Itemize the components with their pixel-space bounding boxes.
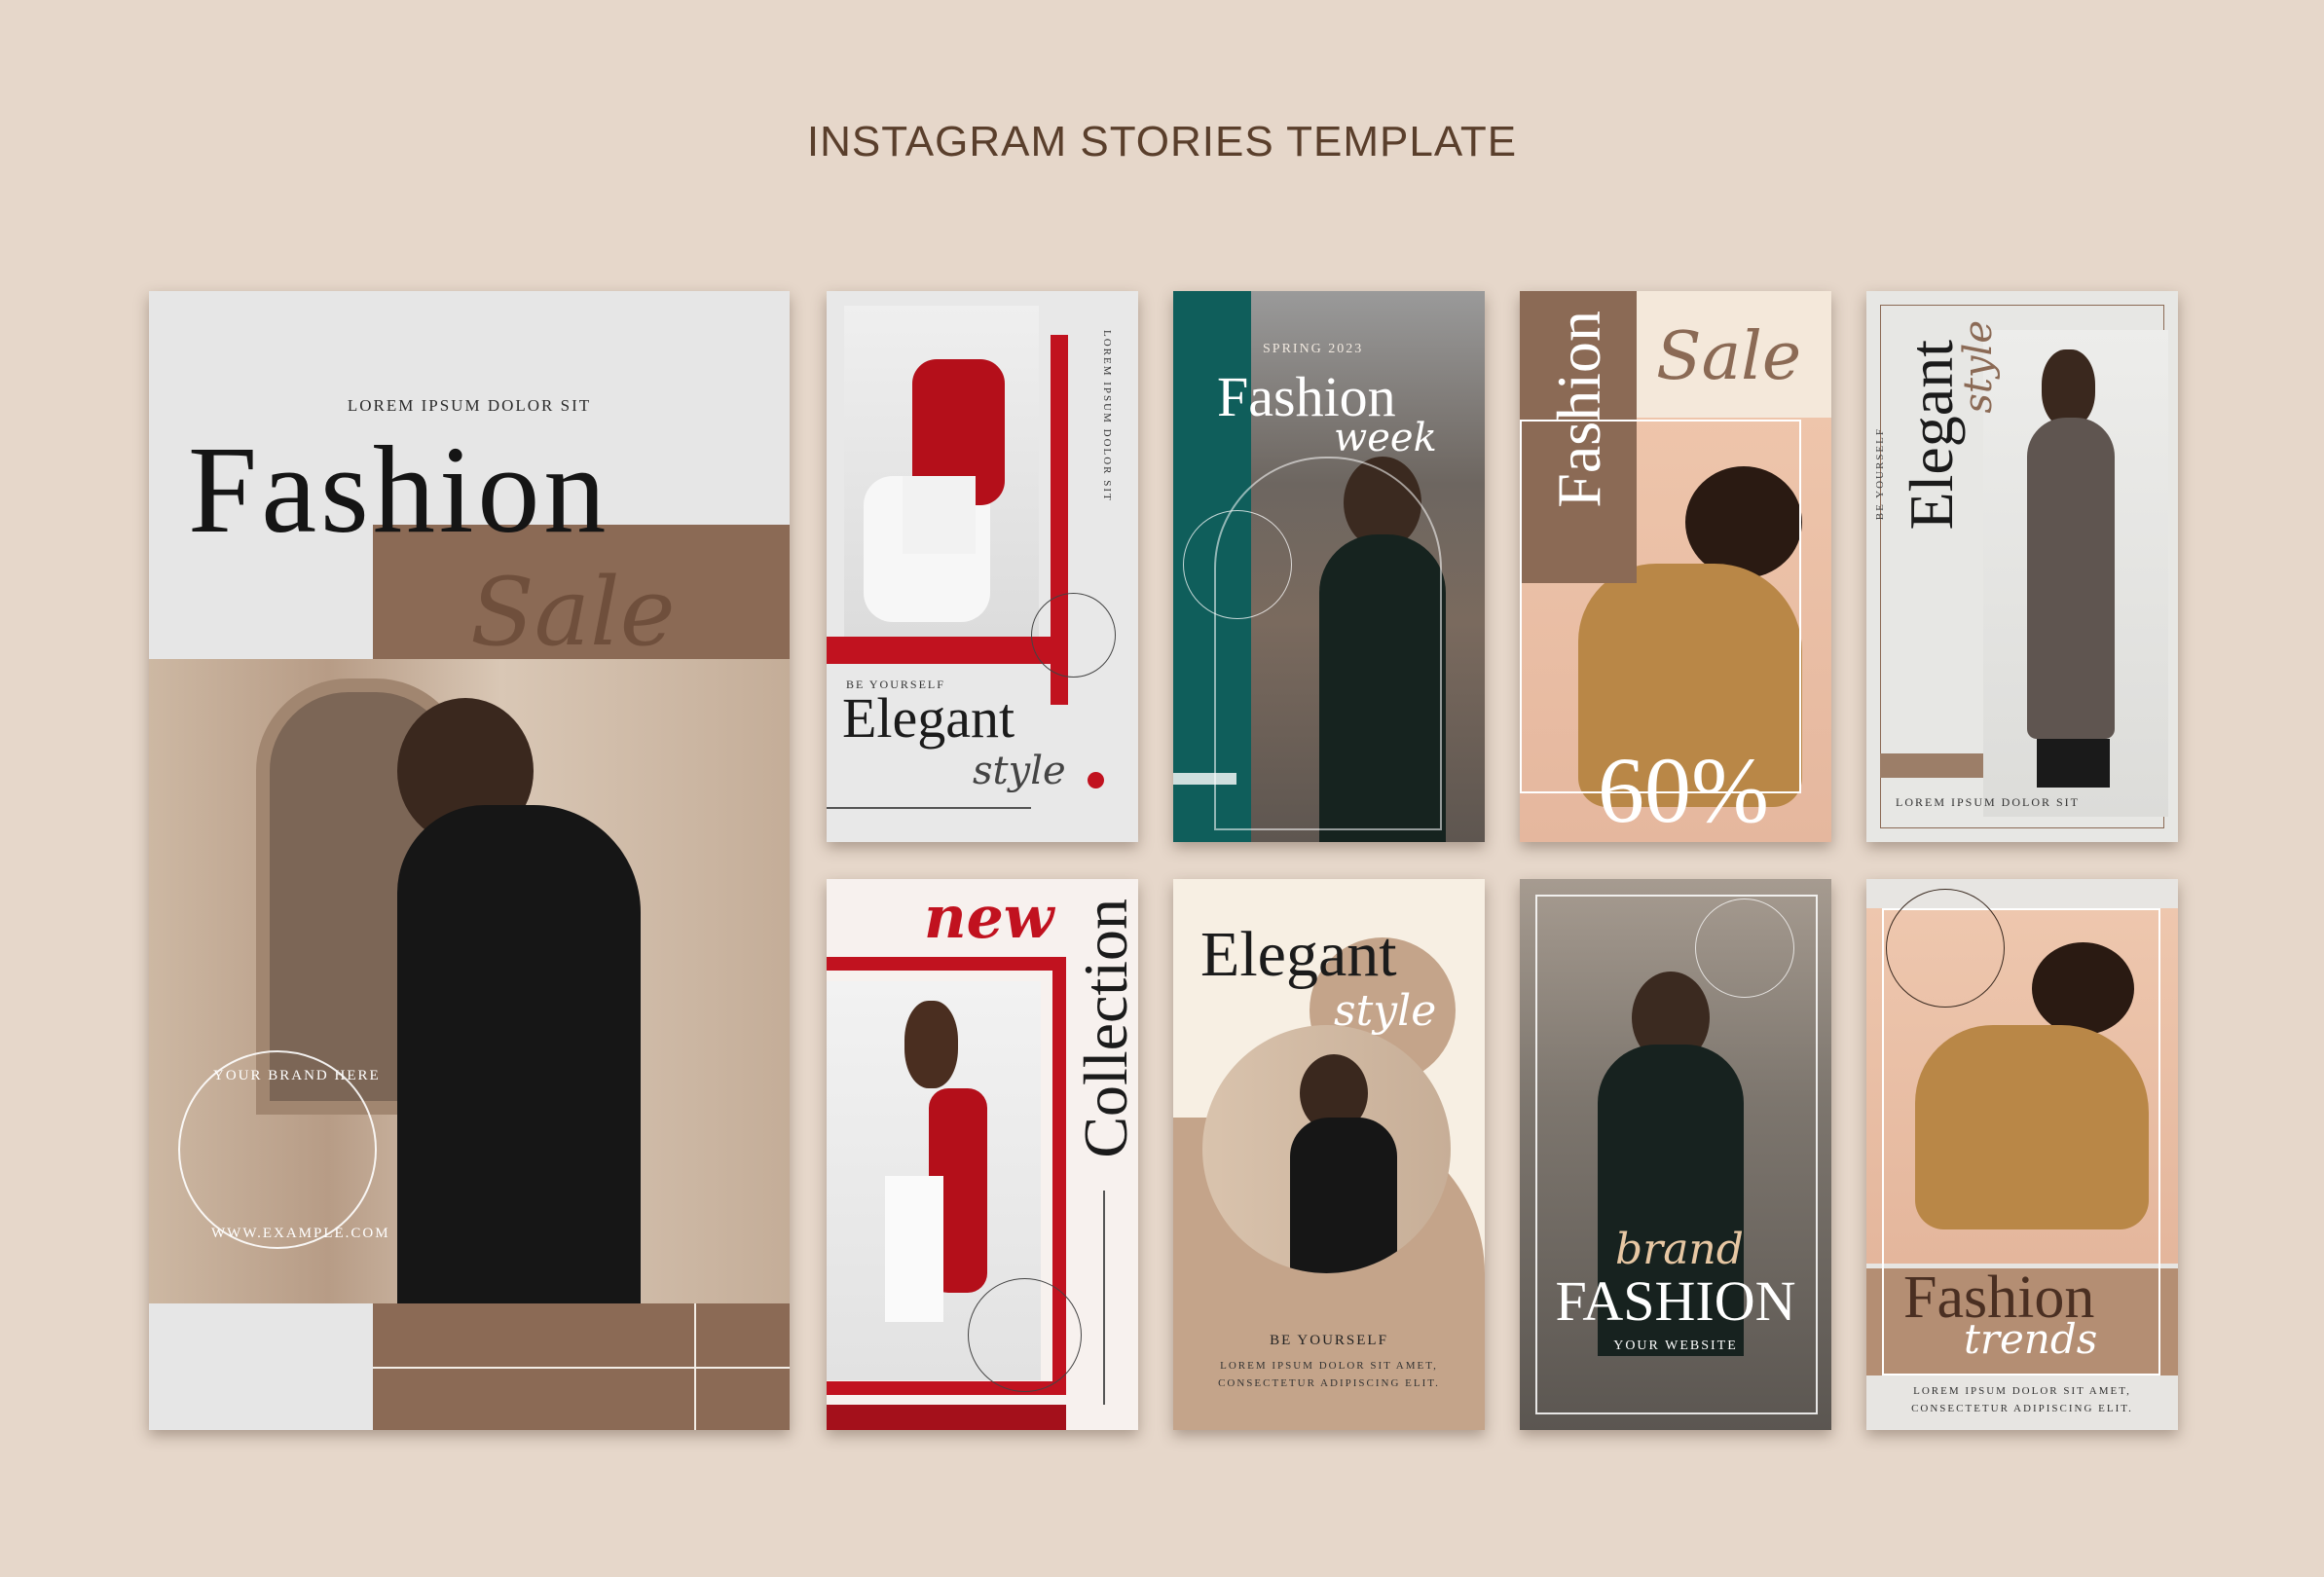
vertical-line bbox=[1103, 1191, 1105, 1405]
model-hair bbox=[2042, 349, 2095, 427]
body-line-1: LOREM IPSUM DOLOR SIT AMET, bbox=[1220, 1360, 1438, 1372]
script-new: new bbox=[924, 884, 1054, 952]
story-card-fashion-trends[interactable]: Fashion trends LOREM IPSUM DOLOR SIT AME… bbox=[1866, 879, 2178, 1430]
story-card-elegant-circle[interactable]: Elegant style BE YOURSELF LOREM IPSUM DO… bbox=[1173, 879, 1485, 1430]
brand-ring bbox=[1031, 593, 1116, 678]
story-card-new-collection[interactable]: new Collection bbox=[827, 879, 1138, 1430]
teal-bar-bottom bbox=[1173, 773, 1236, 785]
footer-line-vertical bbox=[694, 1303, 696, 1430]
footer-text: YOUR WEBSITE bbox=[1613, 1339, 1738, 1353]
vertical-collection: Collection bbox=[1071, 899, 1138, 1158]
headline-fashion: FASHION bbox=[1555, 1269, 1796, 1333]
big-percent: 60% bbox=[1598, 738, 1769, 842]
footer-line bbox=[373, 1367, 790, 1369]
divider-line bbox=[827, 807, 1031, 809]
brand-ring bbox=[1695, 899, 1794, 998]
script-style: style bbox=[1956, 320, 2001, 414]
story-card-elegant-style-grey[interactable]: Elegant style BE YOURSELF LOREM IPSUM DO… bbox=[1866, 291, 2178, 842]
brand-ring bbox=[1886, 889, 2005, 1008]
ring-url-text: WWW.EXAMPLE.COM bbox=[211, 1226, 390, 1241]
headline-elegant: Elegant bbox=[842, 686, 1015, 750]
eyebrow-text: LOREM IPSUM DOLOR SIT bbox=[347, 396, 592, 415]
script-brand: brand bbox=[1615, 1225, 1744, 1274]
vertical-fashion: Fashion bbox=[1544, 311, 1613, 508]
model-photo bbox=[844, 306, 1039, 637]
body-line-2: CONSECTETUR ADIPISCING ELIT. bbox=[1911, 1403, 2133, 1414]
model-figure bbox=[1290, 1118, 1397, 1273]
headline-elegant: Elegant bbox=[1200, 919, 1397, 990]
model-legs bbox=[885, 1176, 943, 1322]
story-card-sale-60[interactable]: Fashion Sale 60% bbox=[1520, 291, 1831, 842]
headline-fashion: Fashion bbox=[188, 421, 610, 559]
script-style: style bbox=[973, 749, 1066, 793]
brand-ring bbox=[968, 1278, 1082, 1392]
script-style: style bbox=[1334, 986, 1437, 1036]
script-week: week bbox=[1334, 416, 1437, 460]
story-card-fashion-week[interactable]: SPRING 2023 Fashion week bbox=[1173, 291, 1485, 842]
ring-brand-text: YOUR BRAND HERE bbox=[213, 1068, 381, 1083]
model-hair bbox=[904, 1001, 958, 1088]
red-bottom-bar bbox=[827, 1405, 1066, 1430]
story-card-brand-fashion[interactable]: brand FASHION YOUR WEBSITE bbox=[1520, 879, 1831, 1430]
model-photo bbox=[1202, 1025, 1451, 1273]
model-dress bbox=[2027, 418, 2115, 739]
script-trends: trends bbox=[1964, 1315, 2098, 1363]
side-text: LOREM IPSUM DOLOR SIT bbox=[1101, 330, 1113, 502]
story-card-fashion-sale[interactable]: LOREM IPSUM DOLOR SIT Fashion Sale YOUR … bbox=[149, 291, 790, 1430]
footer-text: LOREM IPSUM DOLOR SIT bbox=[1896, 795, 2081, 809]
model-figure bbox=[397, 805, 641, 1303]
red-dot bbox=[1088, 772, 1104, 788]
script-sale: Sale bbox=[470, 558, 676, 667]
brand-ring bbox=[1183, 510, 1292, 619]
model-legs bbox=[903, 476, 976, 554]
kicker: BE YOURSELF bbox=[1874, 427, 1886, 521]
body-line-1: LOREM IPSUM DOLOR SIT AMET, bbox=[1913, 1385, 2131, 1397]
script-sale: Sale bbox=[1656, 318, 1802, 395]
body-line-2: CONSECTETUR ADIPISCING ELIT. bbox=[1218, 1377, 1440, 1389]
kicker: BE YOURSELF bbox=[1270, 1333, 1388, 1348]
page-title: INSTAGRAM STORIES TEMPLATE bbox=[806, 118, 1518, 165]
model-photo bbox=[1983, 330, 2168, 817]
model-boots bbox=[2037, 739, 2110, 788]
eyebrow-text: SPRING 2023 bbox=[1263, 342, 1364, 356]
story-card-elegant-style-red[interactable]: LOREM IPSUM DOLOR SIT BE YOURSELF Elegan… bbox=[827, 291, 1138, 842]
